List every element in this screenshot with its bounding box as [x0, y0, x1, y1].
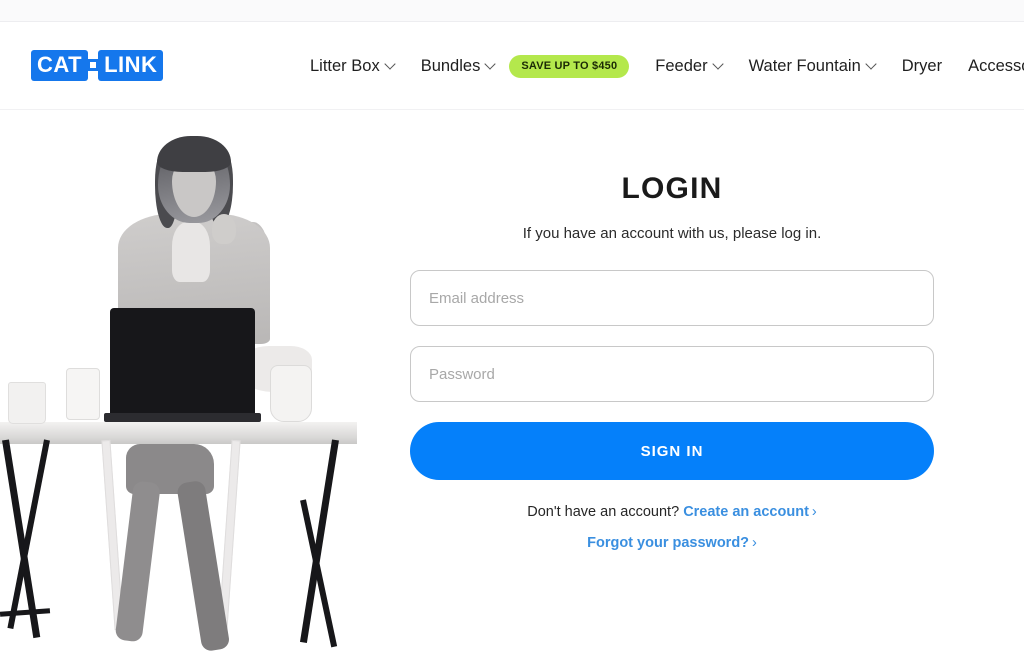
site-header: CAT LINK Litter Box Bundles SAVE UP TO $… — [0, 22, 1024, 110]
chevron-down-icon — [867, 60, 876, 69]
email-field[interactable] — [410, 270, 934, 326]
nav-label-accessories: Accessories — [968, 56, 1024, 75]
main-navigation: Litter Box Bundles SAVE UP TO $450 Feede… — [310, 22, 1024, 110]
person-shirt — [172, 222, 210, 282]
password-field[interactable] — [410, 346, 934, 402]
nav-label-water-fountain: Water Fountain — [748, 56, 861, 75]
chevron-down-icon — [714, 60, 723, 69]
forgot-password-link-label: Forgot your password? — [587, 535, 750, 552]
hero-image — [0, 110, 357, 653]
create-account-link[interactable]: Create an account › — [683, 504, 817, 520]
create-account-link-label: Create an account — [683, 504, 809, 520]
create-account-prompt: Don't have an account? — [527, 504, 680, 520]
login-page: CAT LINK Litter Box Bundles SAVE UP TO $… — [0, 0, 1024, 653]
person-hand — [212, 214, 236, 244]
logo-text-cat: CAT — [31, 49, 89, 81]
page-title: LOGIN — [621, 172, 723, 205]
laptop-screen — [110, 308, 255, 416]
nav-item-dryer[interactable]: Dryer — [902, 57, 942, 76]
desk-surface — [0, 422, 357, 444]
nav-label-bundles: Bundles — [420, 56, 481, 75]
nav-item-water-fountain[interactable]: Water Fountain — [749, 57, 876, 76]
site-logo[interactable]: CAT LINK — [31, 49, 164, 81]
desk-leg-brace — [0, 608, 51, 617]
chevron-down-icon — [386, 60, 395, 69]
nav-item-bundles[interactable]: Bundles — [421, 57, 496, 76]
page-content: LOGIN If you have an account with us, pl… — [0, 110, 1024, 653]
chevron-down-icon — [486, 60, 495, 69]
login-panel: LOGIN If you have an account with us, pl… — [357, 110, 1024, 653]
container — [8, 382, 46, 424]
laptop-base — [104, 413, 261, 422]
nav-label-litter-box: Litter Box — [310, 56, 380, 75]
login-subtitle: If you have an account with us, please l… — [522, 225, 822, 242]
desk-leg-right — [299, 439, 339, 644]
nav-item-accessories[interactable]: Accessories — [968, 57, 1024, 76]
pencil-jar — [66, 368, 100, 420]
login-form: LOGIN If you have an account with us, pl… — [410, 172, 934, 551]
auth-links: Don't have an account? Create an account… — [410, 502, 934, 551]
nav-item-feeder[interactable]: Feeder — [655, 57, 722, 76]
person-bangs — [157, 136, 231, 172]
logo-text-link: LINK — [98, 49, 164, 81]
nav-label-feeder: Feeder — [655, 56, 708, 75]
create-account-row: Don't have an account? Create an account… — [410, 502, 934, 522]
nav-label-dryer: Dryer — [901, 56, 943, 75]
announcement-bar — [0, 0, 1024, 22]
chevron-right-icon: › — [811, 504, 817, 520]
nav-item-litter-box[interactable]: Litter Box — [310, 57, 395, 76]
promo-badge[interactable]: SAVE UP TO $450 — [509, 54, 630, 78]
forgot-password-row: Forgot your password? › — [410, 535, 934, 551]
forgot-password-link[interactable]: Forgot your password? › — [587, 535, 757, 551]
sign-in-button[interactable]: SIGN IN — [410, 422, 934, 480]
mug — [270, 365, 312, 422]
person-shin-left — [114, 480, 161, 643]
chevron-right-icon: › — [752, 535, 757, 552]
